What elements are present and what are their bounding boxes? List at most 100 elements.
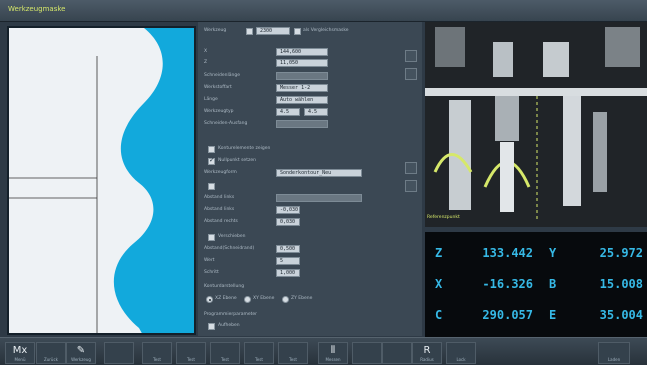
tool-check[interactable] [246, 28, 253, 35]
x-field[interactable]: 144,600 [276, 48, 328, 56]
bottom-title: Programmierparameter [204, 312, 257, 317]
axis-e-value: 35.004 [599, 308, 643, 322]
radio-xz[interactable] [206, 296, 213, 303]
row-x-label: X [204, 49, 208, 54]
parameter-form: Werkzeug 2300 als Vergleichsmaske X 144,… [198, 22, 422, 336]
contour-shape [113, 28, 194, 333]
compare-label: als Vergleichsmaske [303, 28, 349, 33]
side-button-3[interactable] [405, 162, 417, 174]
key-14[interactable]: Lock [446, 342, 476, 364]
cancel-check[interactable] [208, 323, 215, 330]
radio-xz-label: XZ Ebene [215, 296, 237, 301]
key-4[interactable] [104, 342, 134, 364]
measure-key[interactable]: ⫴ Messen [318, 342, 348, 364]
key-12[interactable] [382, 342, 412, 364]
axis-b-value: 15.008 [599, 277, 643, 291]
length-field[interactable] [276, 72, 328, 80]
key-7-label: Test [221, 357, 229, 362]
profile-field[interactable]: Sonderkontour_Neu [276, 169, 362, 177]
axis-y-value: 25.972 [599, 246, 643, 260]
row-z-label: Z [204, 60, 208, 65]
axis-z-name: Z [435, 246, 443, 260]
radio-zy[interactable] [282, 296, 289, 303]
key-9[interactable]: Test [278, 342, 308, 364]
key-14-label: Lock [456, 357, 466, 362]
move-check[interactable] [208, 183, 215, 190]
softkey-bar: Mx Menü Zurück ✎ Werkzeug Test Test Test Test Tes… [0, 337, 647, 365]
start-field[interactable] [276, 120, 328, 128]
key-8-label: Test [255, 357, 263, 362]
key-5-label: Test [153, 357, 161, 362]
key-8[interactable]: Test [244, 342, 274, 364]
contour-canvas[interactable] [7, 26, 196, 335]
radio-zy-label: ZY Ebene [291, 296, 313, 301]
contour-drawing [9, 28, 194, 333]
key-5[interactable]: Test [142, 342, 172, 364]
tool-illustration [425, 22, 647, 227]
tool-key[interactable]: ✎ Werkzeug [66, 342, 96, 364]
window-title: Werkzeugmaske [8, 5, 66, 13]
key-2-label: Zurück [44, 357, 58, 362]
side-button-4[interactable] [405, 180, 417, 192]
tool-field[interactable]: 2300 [256, 27, 290, 35]
tool-label: Werkzeug [204, 28, 227, 33]
confirm-key-label: Laden [607, 357, 621, 362]
axis-b-name: B [549, 277, 557, 291]
compare-check[interactable] [294, 28, 301, 35]
side-button-1[interactable] [405, 50, 417, 62]
axis-c-name: C [435, 308, 443, 322]
dist-left2-label: Abstand links [204, 207, 235, 212]
z-field[interactable]: 11,050 [276, 59, 328, 67]
axis-readout: Z 133.442 Y 25.972 X -16.326 B 15.008 C … [425, 232, 647, 337]
zero-check[interactable] [208, 156, 215, 165]
r-key-icon: R [423, 345, 431, 356]
type-field-b[interactable]: 4.5 [304, 108, 328, 116]
r-key[interactable]: R Radius [412, 342, 442, 364]
mx-key-label: Menü [14, 357, 26, 362]
material-select[interactable]: Messer 1-2 [276, 84, 328, 92]
key-2[interactable]: Zurück [36, 342, 66, 364]
axis-c-value: 290.057 [482, 308, 533, 322]
confirm-key[interactable]: Laden [598, 342, 630, 364]
key-6[interactable]: Test [176, 342, 206, 364]
axis-e-name: E [549, 308, 557, 322]
tool-image [425, 22, 647, 227]
dist-right-field[interactable]: 0,030 [276, 218, 300, 226]
side-button-2[interactable] [405, 68, 417, 80]
edge-dist-field[interactable]: 0,500 [276, 245, 300, 253]
row-start-label: Schneiden-Ausfang [204, 121, 248, 126]
contour-check[interactable] [208, 146, 215, 153]
measure-key-label: Messen [325, 357, 341, 362]
dist-right-label: Abstand rechts [204, 219, 238, 224]
axis-y-name: Y [549, 246, 557, 260]
title-bar: Werkzeugmaske [0, 0, 647, 22]
r-key-label: Radius [420, 357, 434, 362]
shift-label: Verschieben [218, 234, 246, 239]
dist-left-field[interactable]: -0,030 [276, 206, 300, 214]
key-9-label: Test [289, 357, 297, 362]
shift-check[interactable] [208, 234, 215, 241]
step-field[interactable]: 1,000 [276, 269, 300, 277]
contour-check-label: Konturelemente zeigen [218, 146, 271, 151]
axis-z-value: 133.442 [482, 246, 533, 260]
zero-check-label: Nullpunkt setzen [218, 158, 256, 163]
radio-xy[interactable] [244, 296, 251, 303]
tool-key-label: Werkzeug [71, 357, 91, 362]
key-7[interactable]: Test [210, 342, 240, 364]
dist-left-label: Abstand links [204, 195, 235, 200]
step-label: Schritt [204, 270, 219, 275]
cancel-label: Aufheben [218, 323, 240, 328]
row-length-label: Schneidenlänge [204, 73, 241, 78]
mx-key[interactable]: Mx Menü [5, 342, 35, 364]
length-select[interactable]: Auto wählen [276, 96, 328, 104]
type-field-a[interactable]: 4.5 [276, 108, 300, 116]
profile-label: Werkzeugform [204, 170, 237, 175]
picture-label: Referenzpunkt [427, 215, 460, 220]
axis-x-value: -16.326 [482, 277, 533, 291]
axis-x-name: X [435, 277, 443, 291]
key-11[interactable] [352, 342, 382, 364]
count-field[interactable]: 5 [276, 257, 300, 265]
mx-key-icon: Mx [12, 345, 28, 356]
edge-dist-label: Abstand(Schneidrand) [204, 246, 255, 251]
count-label: Wert [204, 258, 215, 263]
